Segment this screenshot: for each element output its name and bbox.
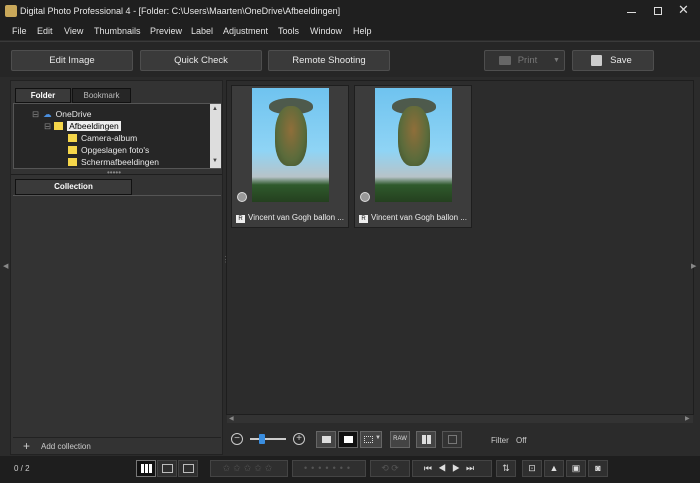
rotate-icon[interactable]: ⟲ ⟳	[370, 460, 410, 477]
remote-shooting-button[interactable]: Remote Shooting	[268, 50, 390, 71]
folder-tree: ⊟ ☁ OneDrive ⊟ Afbeeldingen Camera-album Op…	[13, 103, 221, 169]
status-bar: 0 / 2 ✩✩✩✩✩ ••••••• ⟲ ⟳ ⏮◀▶⏭ ⇅ ⊡ ▲ ▣ ◙	[0, 456, 700, 483]
divider	[13, 437, 221, 438]
save-label: Save	[610, 55, 632, 66]
multi-view-button[interactable]	[442, 431, 462, 448]
menu-view[interactable]: View	[64, 26, 83, 36]
folder-icon	[68, 158, 77, 166]
raw-badge: R	[359, 215, 368, 223]
app-icon	[5, 5, 17, 17]
chevron-down-icon: ▼	[553, 57, 560, 64]
label-dots[interactable]: •••••••	[292, 460, 366, 477]
printer-icon	[499, 56, 511, 65]
grid-icon[interactable]	[136, 460, 156, 477]
folder-icon	[54, 122, 64, 130]
window-title: Digital Photo Professional 4 - [Folder: …	[20, 6, 341, 16]
close-icon[interactable]: ✕	[678, 2, 692, 17]
minimize-icon[interactable]	[625, 4, 639, 18]
save-button[interactable]: Save	[572, 50, 654, 71]
grid-layout-menu-button[interactable]: ▼	[360, 431, 382, 448]
menu-preview[interactable]: Preview	[150, 26, 182, 36]
add-collection-link[interactable]: Add collection	[41, 442, 91, 451]
title-bar: Digital Photo Professional 4 - [Folder: …	[0, 0, 700, 22]
thumbnail-card[interactable]: R Vincent van Gogh ballon ...	[354, 85, 472, 228]
folder-icon	[68, 134, 77, 142]
tree-item-afbeeldingen[interactable]: ⊟ Afbeeldingen	[44, 121, 121, 132]
collapse-icon: ⊟	[32, 109, 40, 119]
scroll-right-icon[interactable]: ▶	[685, 415, 690, 422]
print-button[interactable]: Print ▼	[484, 50, 565, 71]
maximize-icon[interactable]	[652, 4, 666, 18]
main-toolbar: Edit Image Quick Check Remote Shooting P…	[0, 41, 700, 77]
photo-thumbnail	[375, 88, 452, 202]
thumbnail-card[interactable]: R Vincent van Gogh ballon ...	[231, 85, 349, 228]
horizontal-scrollbar[interactable]: ◀ ▶	[227, 415, 693, 423]
tree-item-onedrive[interactable]: ⊟ ☁ OneDrive	[32, 109, 92, 120]
crop-icon[interactable]: ⊡	[522, 460, 542, 477]
menu-edit[interactable]: Edit	[37, 26, 53, 36]
quick-check-button[interactable]: Quick Check	[140, 50, 262, 71]
tab-bookmark[interactable]: Bookmark	[72, 88, 131, 103]
edit-image-button[interactable]: Edit Image	[11, 50, 133, 71]
save-icon	[591, 55, 602, 66]
thumbnail-caption: R Vincent van Gogh ballon ...	[359, 213, 467, 223]
menu-thumbnails[interactable]: Thumbnails	[94, 26, 141, 36]
print-label: Print	[517, 55, 538, 66]
thumbnail-caption: R Vincent van Gogh ballon ...	[236, 213, 344, 223]
collection-area	[13, 195, 221, 435]
camera-icon[interactable]: ◙	[588, 460, 608, 477]
cloud-icon: ☁	[43, 109, 52, 119]
sort-icon[interactable]: ⇅	[496, 460, 516, 477]
menu-label[interactable]: Label	[191, 26, 213, 36]
left-panel: Folder Bookmark ⊟ ☁ OneDrive ⊟ Afbeeldingen…	[10, 80, 223, 455]
tree-scrollbar[interactable]: ▲ ▼	[210, 104, 221, 168]
tab-folder[interactable]: Folder	[15, 88, 71, 103]
scroll-up-icon[interactable]: ▲	[212, 106, 218, 112]
tab-collection[interactable]: Collection	[15, 179, 132, 195]
selection-count: 0 / 2	[14, 464, 30, 473]
zoom-in-icon[interactable]: +	[293, 433, 305, 445]
zoom-slider[interactable]	[250, 438, 286, 440]
edit-status-icon	[360, 192, 370, 202]
photo-thumbnail	[252, 88, 329, 202]
zoom-slider-thumb[interactable]	[259, 434, 265, 444]
plus-icon[interactable]: +	[23, 439, 30, 453]
grid-view-button[interactable]	[416, 431, 436, 448]
rating-stars[interactable]: ✩✩✩✩✩	[210, 460, 288, 477]
menu-adjustment[interactable]: Adjustment	[223, 26, 268, 36]
menu-window[interactable]: Window	[310, 26, 342, 36]
info-icon[interactable]: ▣	[566, 460, 586, 477]
view-controls: − + ▼ RAW Filter Off	[226, 428, 694, 452]
filter-value[interactable]: Off	[516, 436, 527, 445]
thumb-size-small-button[interactable]	[316, 431, 336, 448]
folder-icon	[68, 146, 77, 154]
scroll-down-icon[interactable]: ▼	[212, 158, 218, 164]
filter-label: Filter	[491, 436, 509, 445]
menu-tools[interactable]: Tools	[278, 26, 299, 36]
tree-item-camera-album[interactable]: Camera-album	[68, 133, 137, 143]
raw-badge: R	[236, 215, 245, 223]
raw-filter-button[interactable]: RAW	[390, 431, 410, 448]
histogram-icon[interactable]: ▲	[544, 460, 564, 477]
splitter-grip[interactable]: •••••	[107, 168, 121, 177]
navigation-icon[interactable]: ⏮◀▶⏭	[412, 460, 492, 477]
menu-file[interactable]: File	[12, 26, 27, 36]
layout-two-icon[interactable]	[157, 460, 177, 477]
layout-list-icon[interactable]	[178, 460, 198, 477]
thumb-size-medium-button[interactable]	[338, 431, 358, 448]
divider	[11, 174, 222, 175]
edit-status-icon	[237, 192, 247, 202]
collapse-icon: ⊟	[44, 121, 52, 131]
collapse-left-icon[interactable]: ◀	[3, 262, 8, 270]
tree-item-schermafbeeldingen[interactable]: Schermafbeeldingen	[68, 157, 159, 167]
tree-item-opgeslagen[interactable]: Opgeslagen foto's	[68, 145, 149, 155]
menu-bar: File Edit View Thumbnails Preview Label …	[0, 22, 700, 40]
collapse-right-icon[interactable]: ▶	[691, 262, 696, 270]
scroll-left-icon[interactable]: ◀	[229, 415, 234, 422]
thumbnail-grid: R Vincent van Gogh ballon ... R Vincent va…	[226, 80, 694, 423]
menu-help[interactable]: Help	[353, 26, 372, 36]
zoom-out-icon[interactable]: −	[231, 433, 243, 445]
